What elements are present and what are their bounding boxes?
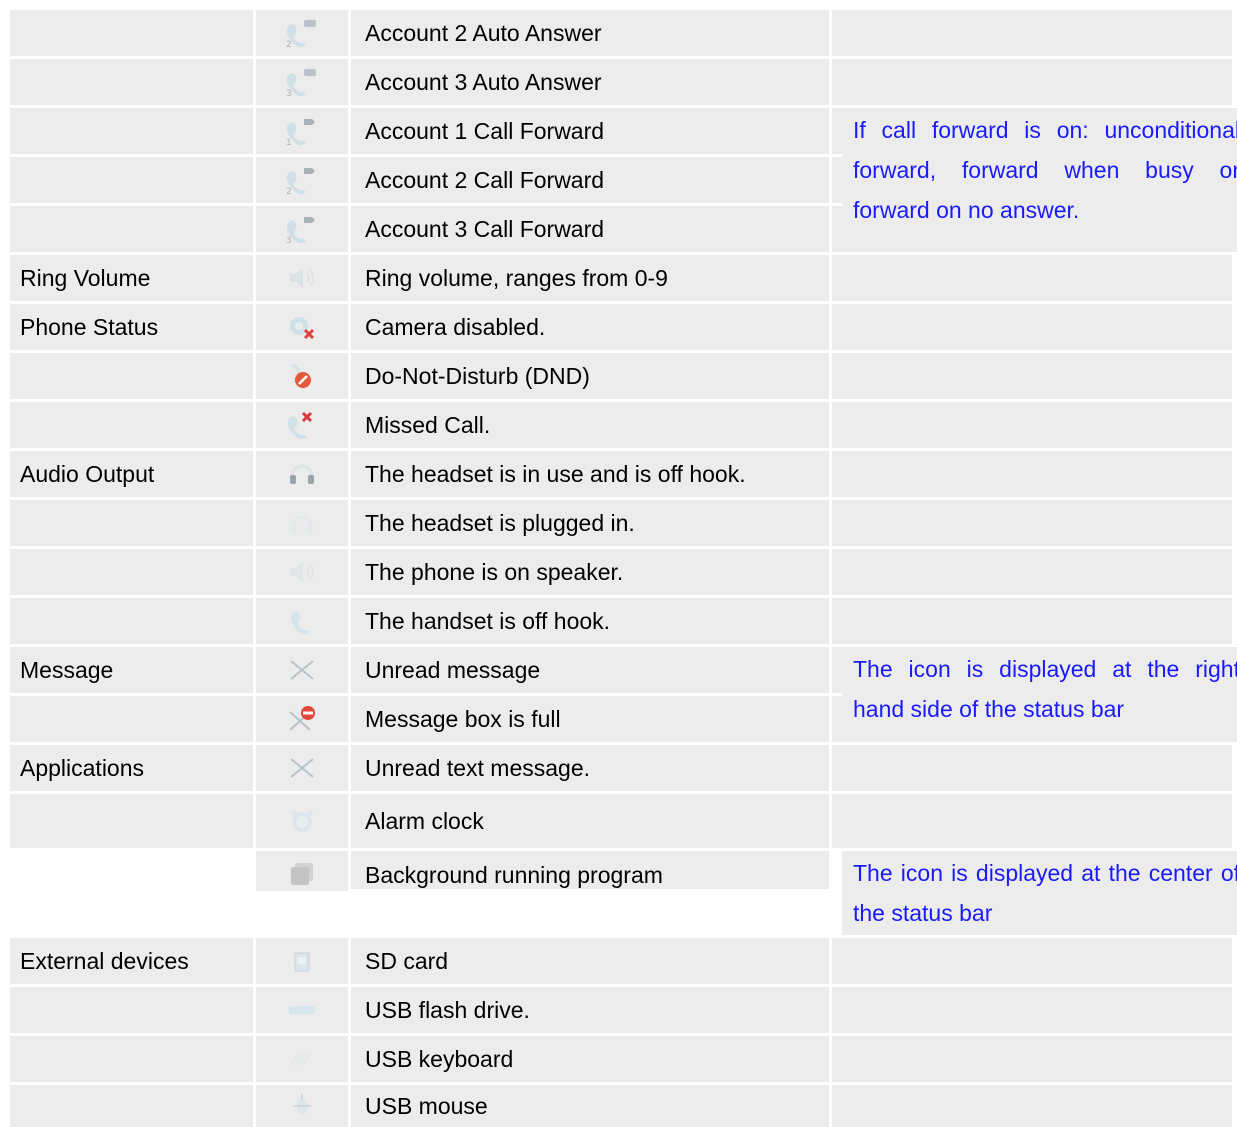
description-cell: Camera disabled. (351, 304, 829, 350)
table-row: 2 Account 2 Auto Answer (10, 10, 1237, 56)
table-row: 3 Account 3 Auto Answer (10, 59, 1237, 105)
usb-keyboard-icon (282, 1042, 322, 1076)
category-cell (10, 59, 253, 105)
category-cell (10, 794, 253, 848)
description-cell: SD card (351, 938, 829, 984)
description-cell: Unread message (351, 647, 829, 693)
call-forward-note: If call forward is on: unconditional for… (842, 108, 1237, 252)
category-cell (10, 108, 253, 154)
alarm-clock-icon (282, 804, 322, 838)
category-cell: Phone Status (10, 304, 253, 350)
description-cell: Message box is full (351, 696, 829, 742)
unread-message-icon (282, 653, 322, 687)
unread-text-message-icon (282, 751, 322, 785)
description-cell: USB flash drive. (351, 987, 829, 1033)
usb-mouse-icon (282, 1089, 322, 1123)
description-cell: The handset is off hook. (351, 598, 829, 644)
category-cell (10, 500, 253, 546)
description-cell: USB mouse (351, 1085, 829, 1127)
category-cell (10, 1036, 253, 1082)
table-row: Do-Not-Disturb (DND) (10, 353, 1237, 399)
table-row: USB flash drive. (10, 987, 1237, 1033)
category-cell (10, 402, 253, 448)
table-row: Audio Output The headset is in use and i… (10, 451, 1237, 497)
category-cell (10, 1085, 253, 1127)
category-cell (10, 696, 253, 742)
status-icons-table: 2 Account 2 Auto Answer 3 Account 3 Auto… (10, 10, 1237, 1127)
description-cell: The headset is in use and is off hook. (351, 451, 829, 497)
description-cell: Account 2 Auto Answer (351, 10, 829, 56)
usb-flash-drive-icon (282, 993, 322, 1027)
svg-text:1: 1 (286, 138, 292, 147)
description-cell: Missed Call. (351, 402, 829, 448)
account-3-call-forward-icon: 3 (282, 212, 322, 246)
sd-card-icon (282, 944, 322, 978)
account-3-auto-answer-icon: 3 (282, 65, 322, 99)
table-row: Alarm clock (10, 794, 1237, 848)
table-row: Phone Status Camera disabled. (10, 304, 1237, 350)
table-row: USB mouse (10, 1085, 1237, 1127)
category-cell (10, 549, 253, 595)
description-cell: Ring volume, ranges from 0-9 (351, 255, 829, 301)
account-1-call-forward-icon: 1 (282, 114, 322, 148)
speaker-icon (282, 555, 322, 589)
category-cell: Applications (10, 745, 253, 791)
svg-text:2: 2 (286, 187, 292, 196)
description-cell: Background running program (351, 851, 829, 889)
table-row: The phone is on speaker. (10, 549, 1237, 595)
description-cell: Account 1 Call Forward (351, 108, 829, 154)
svg-text:3: 3 (286, 236, 292, 245)
table-row: USB keyboard (10, 1036, 1237, 1082)
headset-plugged-icon (282, 506, 322, 540)
description-cell: Unread text message. (351, 745, 829, 791)
message-box-full-icon (282, 702, 322, 736)
description-cell: Account 3 Auto Answer (351, 59, 829, 105)
table-row: Ring Volume Ring volume, ranges from 0-9 (10, 255, 1237, 301)
headset-off-hook-icon (282, 457, 322, 491)
account-2-call-forward-icon: 2 (282, 163, 322, 197)
table-row: Applications Unread text message. (10, 745, 1237, 791)
category-cell: Message (10, 647, 253, 693)
category-cell (10, 157, 253, 203)
svg-text:3: 3 (286, 89, 292, 98)
table-row: Missed Call. (10, 402, 1237, 448)
category-cell (10, 987, 253, 1033)
description-cell: Account 2 Call Forward (351, 157, 829, 203)
ring-volume-icon (282, 261, 322, 295)
handset-off-hook-icon (282, 604, 322, 638)
table-row: The handset is off hook. (10, 598, 1237, 644)
missed-call-icon (282, 408, 322, 442)
description-cell: The headset is plugged in. (351, 500, 829, 546)
description-cell: USB keyboard (351, 1036, 829, 1082)
account-2-auto-answer-icon: 2 (282, 16, 322, 50)
description-cell: The phone is on speaker. (351, 549, 829, 595)
category-cell (10, 598, 253, 644)
applications-note: The icon is displayed at the center of t… (842, 851, 1237, 935)
table-row: The headset is plugged in. (10, 500, 1237, 546)
camera-disabled-icon (282, 310, 322, 344)
description-cell: Alarm clock (351, 794, 829, 848)
category-cell: External devices (10, 938, 253, 984)
category-cell: Ring Volume (10, 255, 253, 301)
description-cell: Account 3 Call Forward (351, 206, 829, 252)
table-row: External devices SD card (10, 938, 1237, 984)
category-cell: Audio Output (10, 451, 253, 497)
background-program-icon (282, 857, 322, 891)
message-note: The icon is displayed at the right hand … (842, 647, 1237, 742)
category-cell (10, 353, 253, 399)
category-cell (10, 206, 253, 252)
category-cell (10, 10, 253, 56)
dnd-icon (282, 359, 322, 393)
svg-text:2: 2 (286, 40, 292, 49)
description-cell: Do-Not-Disturb (DND) (351, 353, 829, 399)
